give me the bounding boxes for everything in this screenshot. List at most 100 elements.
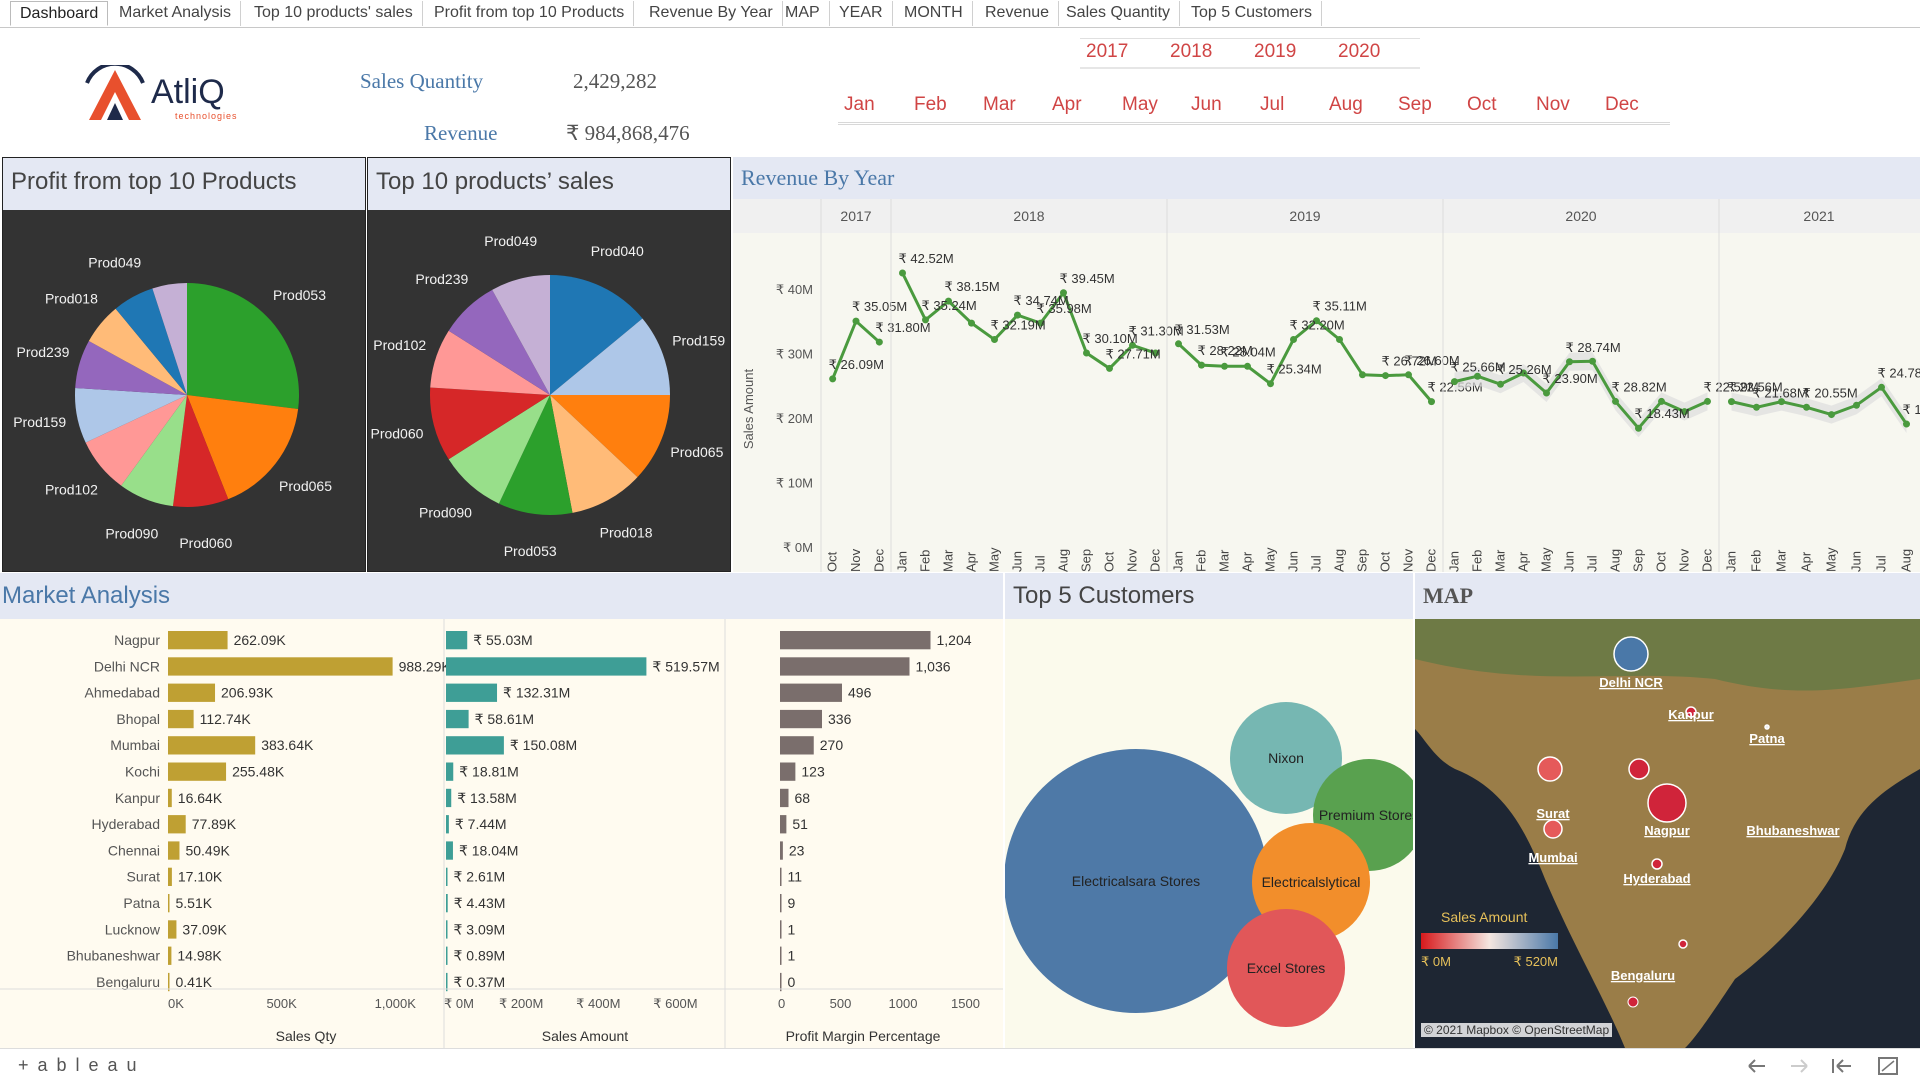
revenue-point[interactable] (1803, 404, 1810, 411)
profit-pie-chart[interactable]: Prod053Prod065Prod060Prod090Prod102Prod1… (3, 210, 365, 571)
market-bar[interactable] (168, 973, 170, 991)
revenue-point[interactable] (1878, 384, 1885, 391)
market-bar[interactable] (780, 894, 782, 912)
revenue-point[interactable] (1221, 363, 1228, 370)
market-bar[interactable] (446, 763, 453, 781)
market-bar[interactable] (168, 815, 186, 833)
map-marker[interactable] (1538, 757, 1562, 781)
market-bar[interactable] (446, 815, 449, 833)
market-bar[interactable] (446, 894, 448, 912)
tab-profit-top-10[interactable]: Profit from top 10 Products (425, 1, 634, 26)
year-option-2019[interactable]: 2019 (1254, 41, 1296, 63)
revenue-point[interactable] (876, 339, 883, 346)
tab-revenue[interactable]: Revenue (976, 1, 1059, 26)
tab-sales-quantity[interactable]: Sales Quantity (1057, 1, 1180, 26)
month-option-apr[interactable]: Apr (1052, 94, 1082, 116)
market-bar[interactable] (168, 894, 170, 912)
month-option-sep[interactable]: Sep (1398, 94, 1432, 116)
undo-icon[interactable] (1749, 1060, 1765, 1072)
revenue-point[interactable] (1853, 402, 1860, 409)
map-marker[interactable] (1629, 759, 1649, 779)
tableau-logo[interactable]: + a b l e a u (18, 1055, 139, 1076)
market-bar[interactable] (780, 789, 789, 807)
revenue-point[interactable] (1382, 372, 1389, 379)
revenue-point[interactable] (1083, 350, 1090, 357)
market-bar[interactable] (168, 657, 393, 675)
year-option-2017[interactable]: 2017 (1086, 41, 1128, 63)
market-bar[interactable] (168, 684, 215, 702)
market-bar[interactable] (780, 947, 782, 965)
market-bar[interactable] (446, 973, 448, 991)
market-bar[interactable] (168, 920, 176, 938)
map-marker[interactable] (1652, 859, 1662, 869)
revenue-point[interactable] (1497, 381, 1504, 388)
market-bar[interactable] (168, 631, 228, 649)
revenue-point[interactable] (991, 336, 998, 343)
revert-icon[interactable] (1833, 1059, 1851, 1073)
year-option-2020[interactable]: 2020 (1338, 41, 1380, 63)
market-bar[interactable] (780, 868, 782, 886)
revenue-point[interactable] (1405, 371, 1412, 378)
revenue-point[interactable] (968, 320, 975, 327)
market-bar[interactable] (446, 920, 448, 938)
market-bar[interactable] (780, 763, 795, 781)
revenue-point[interactable] (1290, 336, 1297, 343)
month-option-aug[interactable]: Aug (1329, 94, 1363, 116)
tab-market-analysis[interactable]: Market Analysis (110, 1, 241, 26)
revenue-point[interactable] (853, 318, 860, 325)
market-bar[interactable] (446, 841, 453, 859)
month-option-jul[interactable]: Jul (1260, 94, 1284, 116)
year-option-2018[interactable]: 2018 (1170, 41, 1212, 63)
revenue-point[interactable] (1658, 398, 1665, 405)
map-marker[interactable] (1544, 820, 1562, 838)
revenue-point[interactable] (1612, 398, 1619, 405)
market-bar[interactable] (446, 868, 448, 886)
month-option-dec[interactable]: Dec (1605, 94, 1639, 116)
revenue-point[interactable] (1336, 336, 1343, 343)
map-marker[interactable] (1679, 940, 1687, 948)
map-marker[interactable] (1648, 784, 1686, 822)
market-bar[interactable] (168, 868, 172, 886)
customers-bubble-chart[interactable]: Electricalsara StoresNixonPremium Stores… (1005, 619, 1413, 1048)
tab-month[interactable]: MONTH (895, 1, 973, 26)
market-bar[interactable] (780, 657, 910, 675)
market-bar[interactable] (446, 947, 448, 965)
tab-top-10-products-sales[interactable]: Top 10 products' sales (245, 1, 423, 26)
market-bar[interactable] (446, 710, 469, 728)
month-option-feb[interactable]: Feb (914, 94, 947, 116)
revenue-point[interactable] (1828, 411, 1835, 418)
map-marker[interactable] (1628, 997, 1638, 1007)
revenue-point[interactable] (1903, 421, 1910, 428)
market-bar[interactable] (168, 763, 226, 781)
revenue-point[interactable] (1566, 358, 1573, 365)
sales-pie-chart[interactable]: Prod040Prod159Prod065Prod018Prod053Prod0… (368, 210, 730, 571)
map-attribution[interactable]: © 2021 Mapbox © OpenStreetMap (1421, 1023, 1612, 1037)
revenue-point[interactable] (1704, 398, 1711, 405)
month-option-mar[interactable]: Mar (983, 94, 1016, 116)
revenue-point[interactable] (1267, 380, 1274, 387)
market-bar[interactable] (446, 789, 451, 807)
month-option-may[interactable]: May (1122, 94, 1158, 116)
map-marker[interactable] (1614, 637, 1648, 671)
tab-map[interactable]: MAP (776, 1, 830, 26)
revenue-point[interactable] (1106, 365, 1113, 372)
month-option-oct[interactable]: Oct (1467, 94, 1497, 116)
tab-revenue-by-year[interactable]: Revenue By Year (640, 1, 783, 26)
revenue-point[interactable] (1728, 398, 1735, 405)
market-bar[interactable] (446, 684, 497, 702)
revenue-point[interactable] (1753, 404, 1760, 411)
revenue-point[interactable] (1244, 363, 1251, 370)
market-bar[interactable] (168, 947, 171, 965)
revenue-point[interactable] (1198, 362, 1205, 369)
month-option-jun[interactable]: Jun (1191, 94, 1222, 116)
market-bar[interactable] (780, 815, 786, 833)
revenue-point[interactable] (1451, 378, 1458, 385)
market-bar[interactable] (446, 631, 467, 649)
market-bar[interactable] (780, 920, 782, 938)
tab-year[interactable]: YEAR (830, 1, 893, 26)
market-bar-chart[interactable]: Nagpur262.09K₹ 55.03M1,204Delhi NCR988.2… (0, 619, 1003, 1048)
market-bar[interactable] (780, 736, 814, 754)
tab-top-5-customers[interactable]: Top 5 Customers (1182, 1, 1322, 26)
market-bar[interactable] (780, 841, 783, 859)
map-marker[interactable] (1765, 725, 1769, 729)
